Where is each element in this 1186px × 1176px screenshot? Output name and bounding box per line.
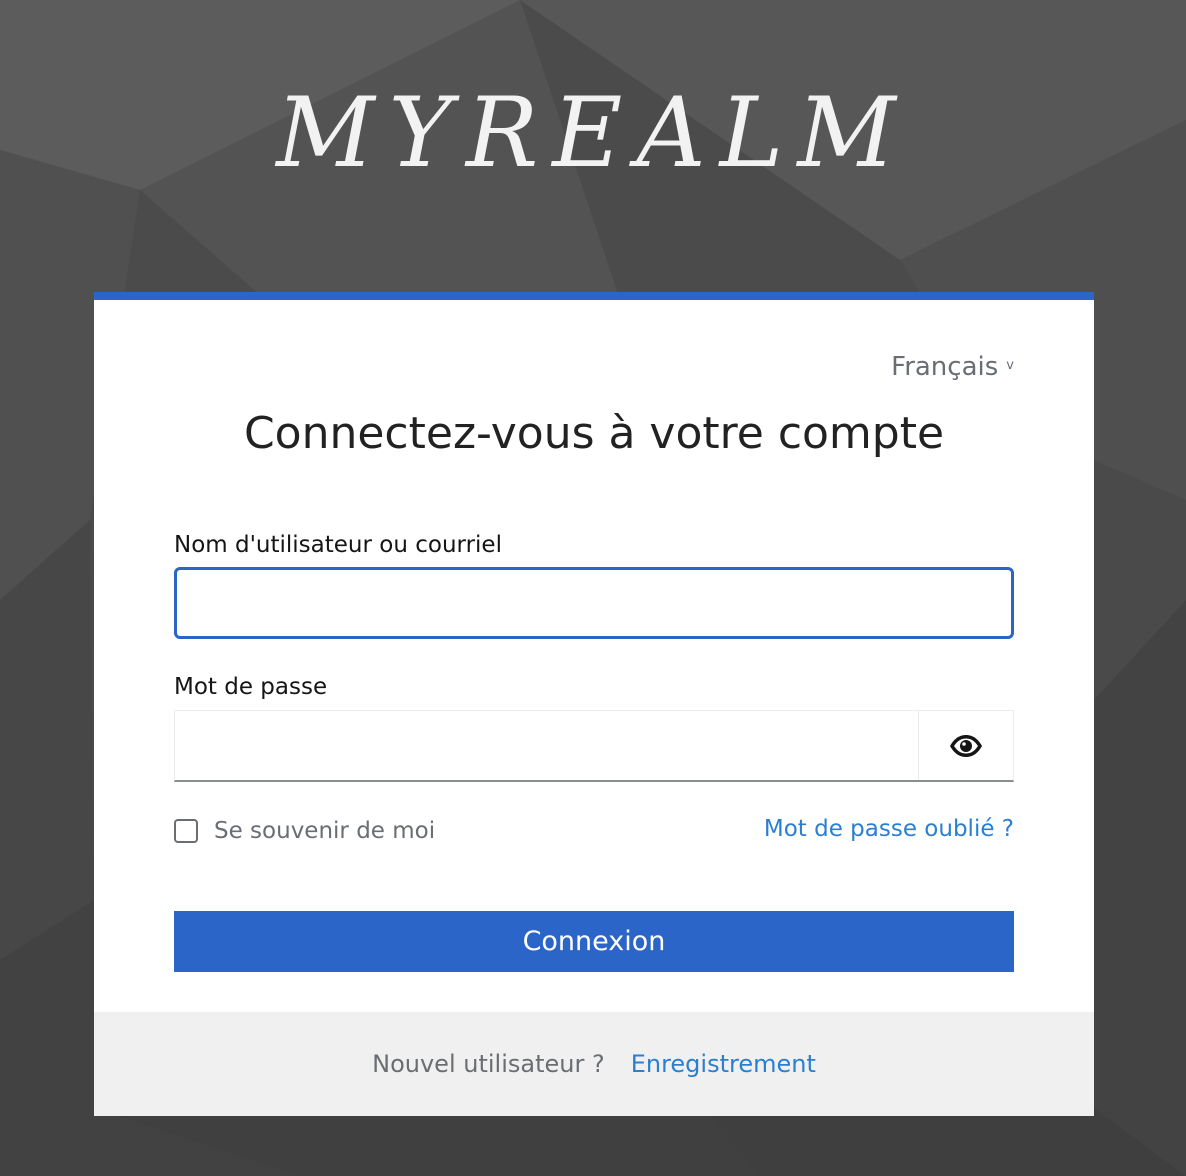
language-selector[interactable]: Français v — [891, 352, 1014, 382]
password-input[interactable] — [175, 711, 919, 780]
register-link[interactable]: Enregistrement — [631, 1050, 816, 1078]
show-password-button[interactable] — [919, 711, 1013, 780]
forgot-password-link[interactable]: Mot de passe oublié ? — [764, 816, 1014, 842]
password-label: Mot de passe — [174, 674, 328, 700]
chevron-down-icon: v — [1006, 358, 1014, 373]
username-input[interactable] — [174, 567, 1014, 639]
new-user-text: Nouvel utilisateur ? — [372, 1050, 605, 1078]
remember-me-checkbox[interactable] — [174, 819, 198, 843]
login-button[interactable]: Connexion — [174, 911, 1014, 972]
page-title: Connectez-vous à votre compte — [243, 408, 945, 459]
password-field-group — [174, 710, 1014, 782]
remember-me[interactable]: Se souvenir de moi — [174, 818, 435, 844]
language-label: Français — [891, 352, 999, 382]
username-label: Nom d'utilisateur ou courriel — [174, 532, 502, 558]
realm-title: MYREALM — [276, 77, 910, 189]
registration-footer: Nouvel utilisateur ? Enregistrement — [94, 1012, 1094, 1116]
remember-me-label: Se souvenir de moi — [214, 818, 436, 844]
login-card: Français v Connectez-vous à votre compte … — [94, 292, 1094, 1116]
eye-icon — [950, 734, 982, 757]
